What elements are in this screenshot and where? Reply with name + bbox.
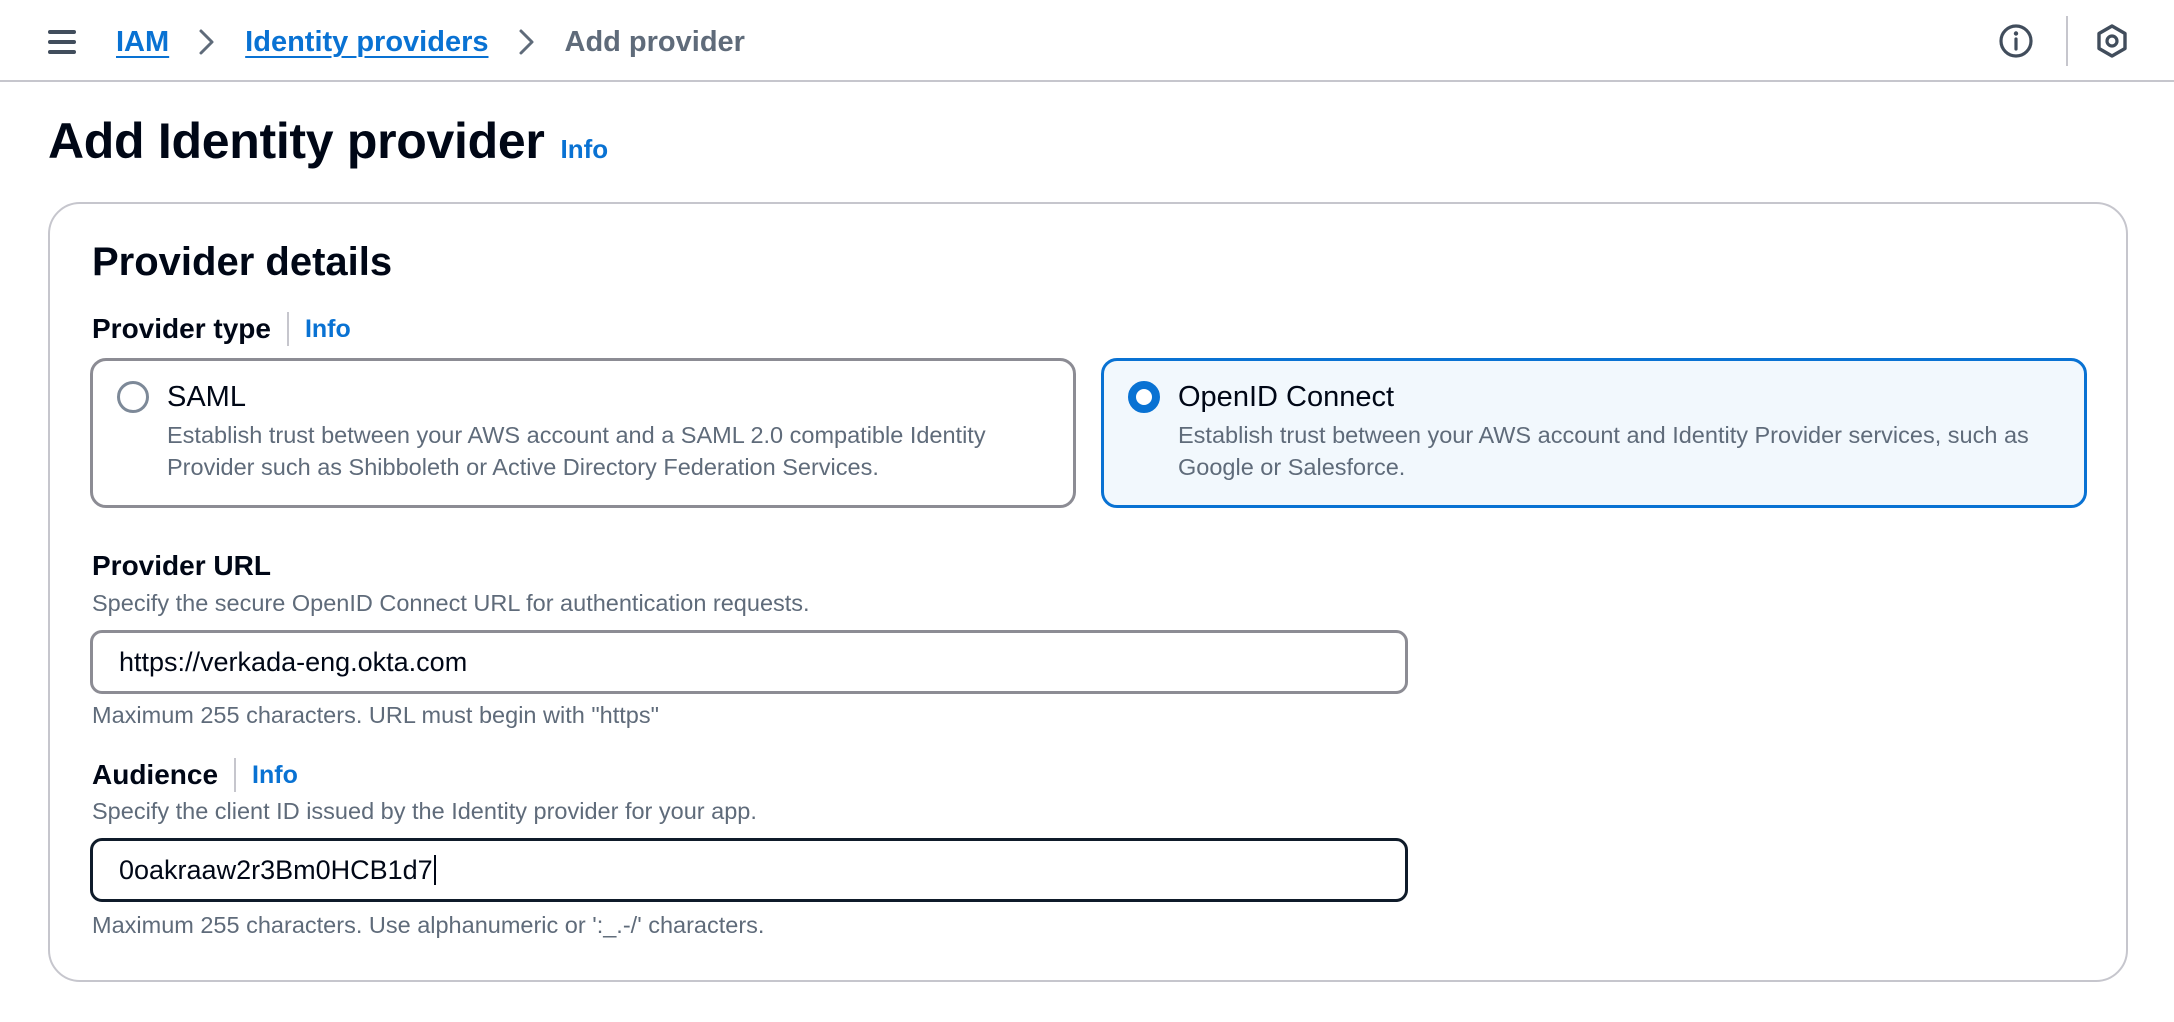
chevron-right-icon	[503, 22, 551, 62]
audience-value: 0oakraaw2r3Bm0HCB1d7	[119, 854, 433, 885]
provider-url-constraint: Maximum 255 characters. URL must begin w…	[92, 702, 659, 728]
breadcrumb: IAM Identity providers Add provider	[116, 22, 745, 62]
hexagon-settings-icon[interactable]	[2094, 23, 2130, 59]
page-header: Add Identity provider Info	[48, 112, 608, 170]
provider-details-container: Provider details Provider type Info SAML…	[48, 202, 2128, 982]
chevron-right-icon	[183, 22, 231, 62]
text-caret	[433, 855, 436, 885]
saml-tile-title: SAML	[167, 381, 246, 413]
openid-connect-tile-title: OpenID Connect	[1178, 381, 1395, 413]
openid-connect-tile-description: Establish trust between your AWS account…	[1178, 422, 2029, 480]
provider-url-label: Provider URL	[92, 550, 271, 581]
provider-url-input[interactable]: https://verkada-eng.okta.com	[90, 630, 1408, 694]
page-info-link[interactable]: Info	[561, 134, 609, 165]
saml-radio-button[interactable]	[117, 381, 149, 413]
breadcrumb-identity-providers-link[interactable]: Identity providers	[245, 26, 488, 59]
hamburger-menu-icon[interactable]	[46, 27, 78, 55]
provider-type-info-link[interactable]: Info	[305, 315, 351, 344]
top-navigation-bar: IAM Identity providers Add provider	[0, 0, 2174, 82]
label-divider	[286, 312, 289, 346]
breadcrumb-current: Add provider	[564, 25, 745, 58]
toolbar-divider	[2066, 16, 2068, 66]
audience-description: Specify the client ID issued by the Iden…	[92, 798, 757, 824]
provider-type-label-row: Provider type Info	[92, 312, 351, 346]
label-divider	[234, 758, 237, 792]
audience-label: Audience	[92, 759, 219, 790]
info-circle-icon[interactable]	[1998, 23, 2034, 59]
provider-url-description: Specify the secure OpenID Connect URL fo…	[92, 590, 810, 616]
audience-label-row: Audience Info	[92, 758, 298, 792]
openid-connect-radio-button[interactable]	[1128, 381, 1160, 413]
provider-type-openid-connect-tile[interactable]: OpenID Connect Establish trust between y…	[1101, 358, 2087, 508]
provider-type-saml-tile[interactable]: SAML Establish trust between your AWS ac…	[90, 358, 1076, 508]
page-title: Add Identity provider	[48, 113, 545, 169]
section-title: Provider details	[92, 240, 393, 284]
provider-url-value: https://verkada-eng.okta.com	[119, 646, 468, 677]
provider-type-label: Provider type	[92, 313, 271, 344]
audience-info-link[interactable]: Info	[252, 761, 298, 790]
provider-url-label-row: Provider URL	[92, 550, 271, 582]
audience-constraint: Maximum 255 characters. Use alphanumeric…	[92, 912, 765, 938]
breadcrumb-iam-link[interactable]: IAM	[116, 26, 169, 59]
saml-tile-description: Establish trust between your AWS account…	[167, 422, 986, 480]
audience-input[interactable]: 0oakraaw2r3Bm0HCB1d7	[90, 838, 1408, 902]
